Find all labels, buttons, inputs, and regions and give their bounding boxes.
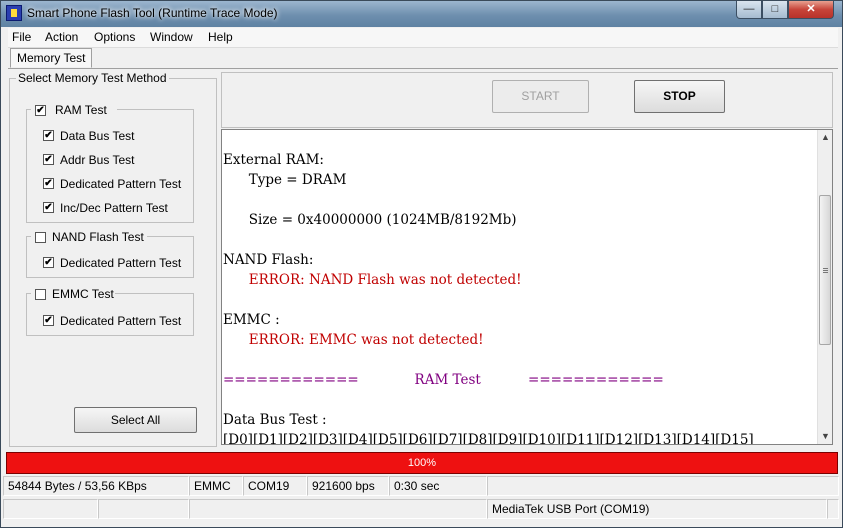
ram-test-group: ✔ RAM Test ✔ Data Bus Test ✔ Addr Bus Te…: [26, 102, 194, 223]
status-device: MediaTek USB Port (COM19): [487, 499, 827, 519]
app-icon: [6, 5, 22, 21]
nand-test-checkbox[interactable]: [35, 232, 46, 243]
memory-test-method-panel: Select Memory Test Method ✔ RAM Test ✔ D…: [9, 71, 217, 447]
control-panel: START STOP: [221, 72, 833, 128]
emmc-test-label: EMMC Test: [52, 287, 114, 301]
status-bar-2: MediaTek USB Port (COM19): [1, 498, 842, 520]
log-line: ============ RAM Test ============: [223, 372, 664, 388]
start-button[interactable]: START: [492, 80, 589, 113]
close-icon: ✕: [806, 3, 816, 15]
menu-help[interactable]: Help: [208, 30, 233, 44]
addr-bus-test-label: Addr Bus Test: [60, 153, 135, 167]
menu-file[interactable]: File: [12, 30, 31, 44]
menu-bar: File Action Options Window Help: [8, 28, 838, 48]
trace-log-text: External RAM: Type = DRAM Size = 0x40000…: [223, 130, 817, 444]
ram-test-label: RAM Test: [55, 103, 107, 117]
status-spare-cell: [487, 476, 839, 496]
scrollbar-thumb[interactable]: [819, 195, 831, 345]
title-bar[interactable]: Smart Phone Flash Tool (Runtime Trace Mo…: [1, 1, 842, 27]
select-all-button[interactable]: Select All: [74, 407, 197, 433]
tab-strip: Memory Test: [8, 48, 838, 69]
log-line: External RAM:: [223, 152, 324, 168]
nand-dedicated-pattern-checkbox[interactable]: ✔: [43, 257, 54, 268]
data-bus-test-label: Data Bus Test: [60, 129, 135, 143]
nand-dedicated-pattern-label: Dedicated Pattern Test: [60, 256, 182, 270]
menu-action[interactable]: Action: [45, 30, 78, 44]
emmc-dedicated-pattern-label: Dedicated Pattern Test: [60, 314, 182, 328]
minimize-icon: —: [743, 3, 755, 15]
status-bar: 54844 Bytes / 53,56 KBps EMMC COM19 9216…: [1, 475, 842, 497]
status-storage: EMMC: [189, 476, 243, 496]
progress-label: 100%: [407, 457, 437, 469]
tab-memory-test[interactable]: Memory Test: [10, 48, 93, 68]
status-port: COM19: [243, 476, 307, 496]
menu-options[interactable]: Options: [94, 30, 135, 44]
ram-test-checkbox[interactable]: ✔: [35, 105, 46, 116]
minimize-button[interactable]: —: [736, 1, 762, 19]
trace-log-panel[interactable]: External RAM: Type = DRAM Size = 0x40000…: [221, 129, 833, 445]
resize-grip-icon[interactable]: [827, 499, 839, 519]
log-scrollbar[interactable]: ▲ ▼: [817, 130, 832, 444]
emmc-dedicated-pattern-checkbox[interactable]: ✔: [43, 315, 54, 326]
thumb-grip-line: [823, 272, 828, 273]
ram-dedicated-pattern-checkbox[interactable]: ✔: [43, 178, 54, 189]
status-transfer: 54844 Bytes / 53,56 KBps: [3, 476, 189, 496]
emmc-test-group: EMMC Test ✔ Dedicated Pattern Test: [26, 286, 194, 336]
status-empty-cell: [189, 499, 487, 519]
inc-dec-pattern-checkbox[interactable]: ✔: [43, 202, 54, 213]
nand-test-label: NAND Flash Test: [52, 230, 144, 244]
maximize-icon: □: [771, 3, 779, 15]
method-group-title: Select Memory Test Method: [16, 71, 169, 85]
addr-bus-test-checkbox[interactable]: ✔: [43, 154, 54, 165]
log-line: EMMC :: [223, 312, 280, 328]
status-empty-cell: [3, 499, 98, 519]
close-button[interactable]: ✕: [788, 1, 834, 19]
log-line: Type = DRAM: [223, 172, 347, 188]
emmc-test-checkbox[interactable]: [35, 289, 46, 300]
menu-window[interactable]: Window: [150, 30, 193, 44]
log-line: ERROR: NAND Flash was not detected!: [223, 272, 522, 288]
progress-bar: 100%: [6, 452, 838, 474]
nand-test-group: NAND Flash Test ✔ Dedicated Pattern Test: [26, 229, 194, 278]
window-title: Smart Phone Flash Tool (Runtime Trace Mo…: [27, 6, 278, 20]
data-bus-test-checkbox[interactable]: ✔: [43, 130, 54, 141]
stop-button[interactable]: STOP: [634, 80, 725, 113]
log-line: Data Bus Test :: [223, 412, 327, 428]
scroll-down-arrow-icon[interactable]: ▼: [818, 429, 832, 444]
thumb-grip-line: [823, 268, 828, 269]
scroll-up-arrow-icon[interactable]: ▲: [818, 130, 832, 145]
log-line: NAND Flash:: [223, 252, 314, 268]
ram-dedicated-pattern-label: Dedicated Pattern Test: [60, 177, 182, 191]
thumb-grip-line: [823, 270, 828, 271]
log-line: ERROR: EMMC was not detected!: [223, 332, 484, 348]
app-window: Smart Phone Flash Tool (Runtime Trace Mo…: [0, 0, 843, 528]
log-line: [D0][D1][D2][D3][D4][D5][D6][D7][D8][D9]…: [223, 432, 754, 444]
inc-dec-pattern-label: Inc/Dec Pattern Test: [60, 201, 168, 215]
maximize-button[interactable]: □: [762, 1, 788, 19]
status-elapsed: 0:30 sec: [389, 476, 487, 496]
status-empty-cell: [98, 499, 189, 519]
status-baud: 921600 bps: [307, 476, 389, 496]
log-line: Size = 0x40000000 (1024MB/8192Mb): [223, 212, 517, 228]
